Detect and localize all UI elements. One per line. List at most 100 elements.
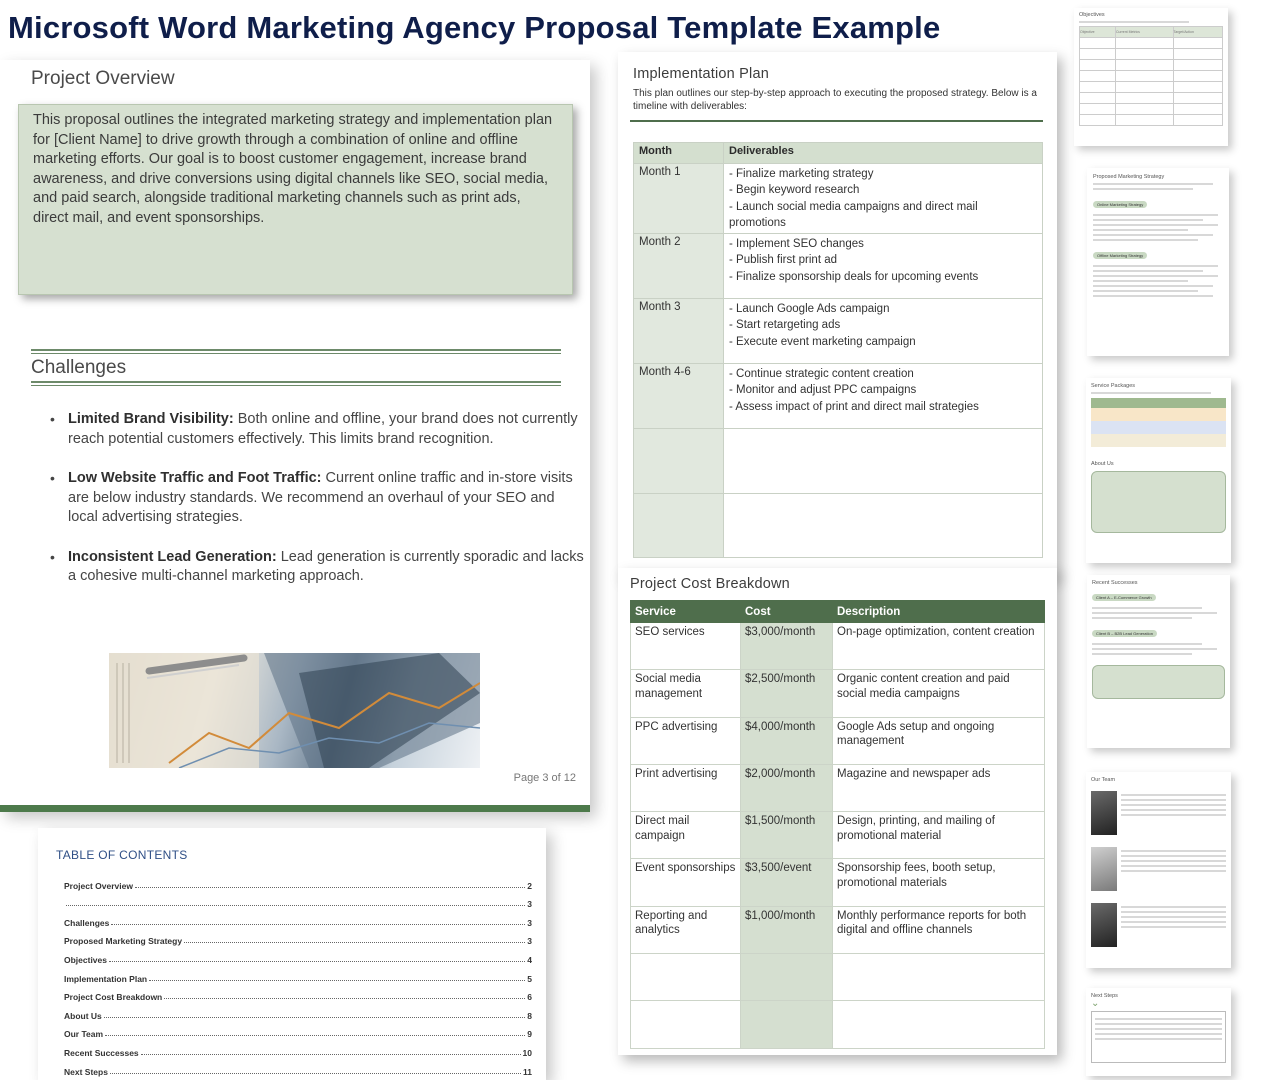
- table-row: SEO services $3,000/month On-page optimiza…: [630, 621, 1045, 671]
- toc-entry[interactable]: Recent Successes 10: [64, 1039, 532, 1058]
- thumbnail-pill: Client A – E-Commerce Growth: [1092, 594, 1156, 601]
- cost-heading: Project Cost Breakdown: [630, 576, 790, 592]
- challenges-top-rule: [31, 349, 561, 354]
- service-cell: Social media management: [630, 669, 741, 718]
- implementation-plan-page: Implementation Plan This plan outlines o…: [618, 52, 1057, 576]
- description-cell: Google Ads setup and ongoing management: [832, 716, 1045, 765]
- description-cell: Organic content creation and paid social…: [832, 669, 1045, 718]
- toc-entry[interactable]: Implementation Plan 5: [64, 965, 532, 984]
- toc-entry[interactable]: Objectives 4: [64, 946, 532, 965]
- service-cell: Reporting and analytics: [630, 905, 741, 955]
- implementation-rule: [630, 120, 1043, 122]
- next-steps-thumbnail[interactable]: Next Steps ⌄: [1086, 988, 1231, 1076]
- table-row: PPC advertising $4,000/month Google Ads se…: [630, 716, 1045, 765]
- service-packages-thumbnail[interactable]: Service Packages About Us: [1086, 378, 1231, 563]
- challenges-list: • Limited Brand Visibility: Both online a…: [48, 410, 588, 607]
- cost-cell: [740, 1000, 833, 1049]
- column-header: Description: [832, 600, 1045, 623]
- deliverables-cell: - Finalize marketing strategy - Begin key…: [723, 162, 1043, 235]
- table-row: [630, 953, 1045, 1002]
- thumbnail-pill: Client B – B2B Lead Generation: [1092, 630, 1157, 637]
- toc-entry[interactable]: Project Cost Breakdown 6: [64, 984, 532, 1002]
- challenge-item: • Limited Brand Visibility: Both online a…: [50, 411, 578, 447]
- month-cell: Month 1: [633, 162, 724, 235]
- project-overview-heading: Project Overview: [31, 68, 175, 89]
- description-cell: On-page optimization, content creation: [832, 621, 1045, 671]
- toc-entry[interactable]: Our Team 9: [64, 1021, 532, 1039]
- challenge-item: • Inconsistent Lead Generation: Lead gene…: [50, 548, 584, 585]
- deliverables-cell: - Continue strategic content creation - M…: [723, 363, 1043, 430]
- description-cell: Magazine and newspaper ads: [832, 763, 1045, 813]
- marketing-strategy-thumbnail[interactable]: Proposed Marketing Strategy Online Marke…: [1087, 168, 1229, 356]
- thumbnail-heading: Proposed Marketing Strategy: [1093, 174, 1165, 180]
- table-row: [630, 1000, 1045, 1049]
- column-header: Month: [633, 142, 724, 164]
- month-cell: Month 4-6: [633, 363, 724, 430]
- toc-list: Project Overview 2 3 Challenges 3 Proposed…: [64, 872, 532, 1077]
- month-cell: Month 2: [633, 233, 724, 300]
- cost-cell: $1,000/month: [740, 905, 833, 955]
- cost-cell: $2,500/month: [740, 669, 833, 718]
- cost-cell: $1,500/month: [740, 811, 833, 860]
- toc-entry[interactable]: About Us 8: [64, 1002, 532, 1021]
- deliverables-cell: [723, 493, 1043, 559]
- project-overview-box: This proposal outlines the integrated ma…: [18, 104, 573, 295]
- deliverables-cell: [723, 428, 1043, 495]
- table-row: Month 2 - Implement SEO changes - Publish…: [633, 233, 1043, 300]
- implementation-table: Month Deliverables Month 1 - Finalize ma…: [633, 142, 1043, 559]
- thumbnail-heading: Service Packages: [1091, 383, 1136, 389]
- toc-entry[interactable]: Next Steps 11: [64, 1058, 532, 1077]
- table-row: Month 1 - Finalize marketing strategy - B…: [633, 162, 1043, 235]
- toc-entry[interactable]: Proposed Marketing Strategy 3: [64, 928, 532, 946]
- cost-cell: $3,500/event: [740, 858, 833, 907]
- description-cell: [832, 953, 1045, 1002]
- table-row: Reporting and analytics $1,000/month Month…: [630, 905, 1045, 955]
- thumbnail-pill: Offline Marketing Strategy: [1093, 252, 1148, 259]
- thumbnail-heading: About Us: [1091, 461, 1114, 467]
- challenges-heading: Challenges: [31, 357, 127, 378]
- table-row: Month 3 - Launch Google Ads campaign - St…: [633, 298, 1043, 365]
- table-row: [633, 428, 1043, 495]
- implementation-heading: Implementation Plan: [633, 66, 769, 82]
- table-header-row: Month Deliverables: [633, 142, 1043, 164]
- recent-successes-thumbnail[interactable]: Recent Successes Client A – E-Commerce G…: [1087, 575, 1230, 748]
- deliverables-cell: - Launch Google Ads campaign - Start reta…: [723, 298, 1043, 365]
- our-team-thumbnail[interactable]: Our Team: [1086, 772, 1231, 968]
- service-cell: [630, 953, 741, 1002]
- toc-entry[interactable]: Project Overview 2: [64, 872, 532, 891]
- month-cell: [633, 493, 724, 559]
- implementation-intro: This plan outlines our step-by-step appr…: [633, 88, 1037, 112]
- service-cell: Event sponsorships: [630, 858, 741, 907]
- service-cell: PPC advertising: [630, 716, 741, 765]
- page-bottom-bar: [0, 805, 590, 812]
- bullet-icon: •: [50, 470, 55, 486]
- challenges-bottom-rule: [31, 381, 561, 386]
- table-row: Event sponsorships $3,500/event Sponsorshi…: [630, 858, 1045, 907]
- toc-title: TABLE OF CONTENTS: [56, 848, 188, 862]
- month-cell: Month 3: [633, 298, 724, 365]
- deliverables-cell: - Implement SEO changes - Publish first p…: [723, 233, 1043, 300]
- cost-cell: [740, 953, 833, 1002]
- toc-entry[interactable]: Challenges 3: [64, 909, 532, 928]
- bullet-icon: •: [50, 548, 55, 565]
- thumbnail-pill: Online Marketing Strategy: [1093, 201, 1148, 208]
- table-header-row: Service Cost Description: [630, 600, 1045, 623]
- description-cell: Design, printing, and mailing of promoti…: [832, 811, 1045, 860]
- service-cell: [630, 1000, 741, 1049]
- cost-table: Service Cost Description SEO services $3,…: [630, 600, 1045, 1049]
- thumbnail-table: Objective Current Metrics Target/Action: [1079, 26, 1223, 126]
- table-row: Direct mail campaign $1,500/month Design, …: [630, 811, 1045, 860]
- challenge-item: • Low Website Traffic and Foot Traffic: C…: [50, 470, 573, 525]
- cost-cell: $3,000/month: [740, 621, 833, 671]
- table-row: Social media management $2,500/month Organ…: [630, 669, 1045, 718]
- table-row: Month 4-6 - Continue strategic content c…: [633, 363, 1043, 430]
- objectives-thumbnail[interactable]: Objectives Objective Current Metrics Targe…: [1074, 8, 1228, 146]
- team-photo-image: [1091, 847, 1117, 891]
- service-cell: SEO services: [630, 621, 741, 671]
- thumbnail-heading: Recent Successes: [1092, 580, 1138, 586]
- project-overview-page: Project Overview This proposal outlines …: [0, 60, 590, 812]
- table-of-contents-page: TABLE OF CONTENTS Project Overview 2 3 Ch…: [38, 828, 546, 1080]
- table-row: [633, 493, 1043, 559]
- toc-entry[interactable]: 3: [64, 891, 532, 909]
- bullet-icon: •: [50, 411, 55, 427]
